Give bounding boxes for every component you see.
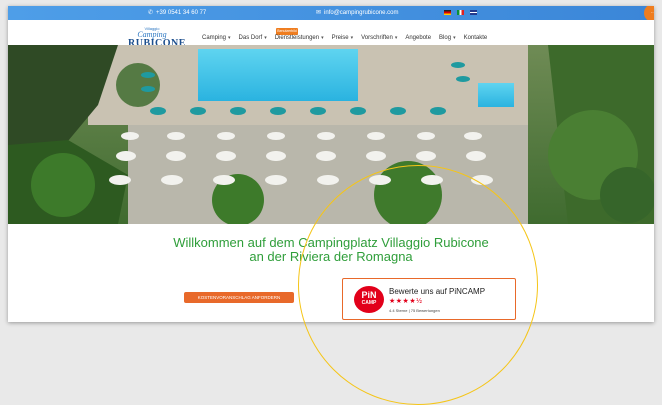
pincamp-rating-text: 4.4 Sterne | 75 Bewertungen	[389, 308, 440, 313]
request-quote-button[interactable]: KOSTENVORANSCHLAG ANFORDERN	[184, 292, 294, 303]
phone-link[interactable]: ✆ +39 0541 34 60 77	[148, 9, 207, 17]
aerial-pool-photo	[8, 45, 654, 224]
nav-item-angebote[interactable]: Angebote	[405, 35, 431, 41]
pincamp-review-widget[interactable]: PiN CAMP Bewerte uns auf PiNCAMP ★★★★½ 4…	[342, 278, 516, 320]
flag-gb-icon[interactable]	[470, 10, 477, 15]
email-address: info@campingrubicone.com	[324, 9, 399, 16]
nav-menu: Camping ▾ Das Dorf ▾ Dienstleistungen ▾ Pre…	[202, 35, 487, 41]
chevron-down-icon: ▾	[321, 35, 324, 41]
chevron-down-icon: ▾	[228, 35, 231, 41]
nav-item-das-dorf[interactable]: Das Dorf ▾	[239, 35, 267, 41]
pincamp-title: Bewerte uns auf PiNCAMP	[389, 287, 486, 296]
nav-item-preise[interactable]: Preise ▾	[332, 35, 354, 41]
chevron-down-icon: ▾	[264, 35, 267, 41]
nav-item-camping[interactable]: Camping ▾	[202, 35, 231, 41]
welcome-headline: Willkommen auf dem Campingplatz Villaggi…	[8, 236, 654, 264]
phone-icon: ✆	[148, 10, 154, 16]
chevron-down-icon: ▾	[453, 35, 456, 41]
star-rating-icon: ★★★★½	[389, 298, 423, 305]
nav-item-kontakte[interactable]: Kontakte	[464, 35, 488, 41]
flag-de-icon[interactable]	[444, 10, 451, 15]
phone-number: +39 0541 34 60 77	[156, 9, 207, 16]
nav-badge: Benutzerbild	[276, 28, 298, 35]
hero-image	[8, 45, 654, 224]
email-link[interactable]: ✉ info@campingrubicone.com	[316, 9, 399, 17]
mail-icon: ✉	[316, 10, 322, 16]
nav-item-vorschriften[interactable]: Vorschriften ▾	[361, 35, 397, 41]
headline-line1: Willkommen auf dem Campingplatz Villaggi…	[173, 235, 489, 250]
top-contact-bar: ✆ +39 0541 34 60 77 ✉ info@campingrubico…	[8, 6, 654, 22]
language-switcher	[444, 10, 477, 15]
flag-it-icon[interactable]	[457, 10, 464, 15]
pincamp-logo: PiN CAMP	[354, 286, 384, 313]
nav-item-blog[interactable]: Blog ▾	[439, 35, 456, 41]
browser-page: ✆ +39 0541 34 60 77 ✉ info@campingrubico…	[8, 6, 654, 322]
headline-line2: an der Riviera der Romagna	[249, 249, 413, 264]
chevron-down-icon: ▾	[394, 35, 398, 41]
nav-item-dienstleistungen[interactable]: Dienstleistungen ▾	[275, 35, 324, 41]
chevron-down-icon: ▾	[350, 35, 354, 41]
